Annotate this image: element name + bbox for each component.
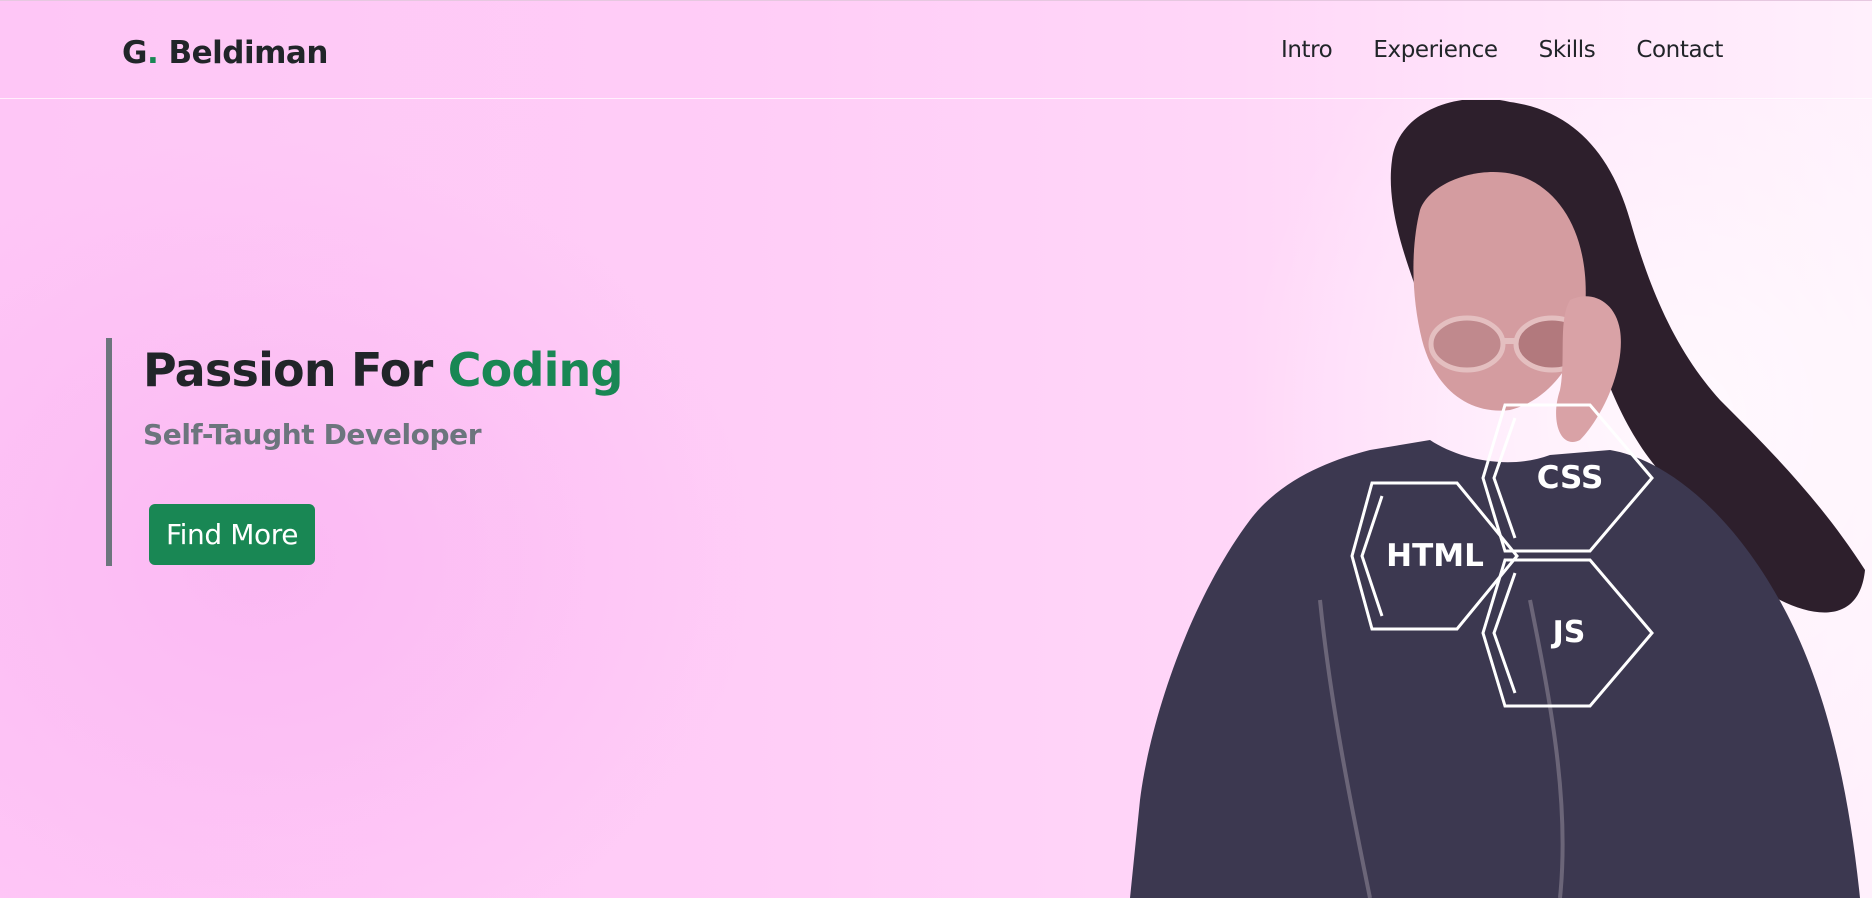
brand-initial: G — [122, 35, 147, 71]
navbar: G. Beldiman Intro Experience Skills Cont… — [0, 0, 1872, 99]
hero-section: Passion For Coding Self-Taught Developer… — [106, 338, 806, 566]
skill-label-html: HTML — [1386, 538, 1484, 574]
sunglasses-bridge — [1501, 338, 1517, 344]
brand-dot: . — [146, 35, 159, 71]
hero-title-accent: Coding — [447, 343, 624, 397]
skill-label-css: CSS — [1537, 460, 1604, 496]
hero-subtitle: Self-Taught Developer — [143, 418, 482, 451]
nav-link-intro[interactable]: Intro — [1281, 37, 1333, 63]
nav-links: Intro Experience Skills Contact — [1281, 37, 1723, 63]
nav-link-contact[interactable]: Contact — [1636, 37, 1723, 63]
hero-title: Passion For Coding — [143, 347, 806, 393]
nav-link-experience[interactable]: Experience — [1373, 37, 1498, 63]
hero-title-main: Passion For — [143, 343, 448, 397]
sunglasses-left-lens — [1428, 315, 1506, 373]
face-shape — [1413, 171, 1586, 411]
find-more-button[interactable]: Find More — [149, 504, 315, 565]
nav-link-skills[interactable]: Skills — [1539, 37, 1596, 63]
skill-label-js: JS — [1551, 615, 1586, 650]
profile-photo: CSS HTML JS — [1130, 100, 1872, 898]
brand-name: Beldiman — [158, 35, 329, 71]
brand-logo[interactable]: G. Beldiman — [122, 35, 328, 71]
